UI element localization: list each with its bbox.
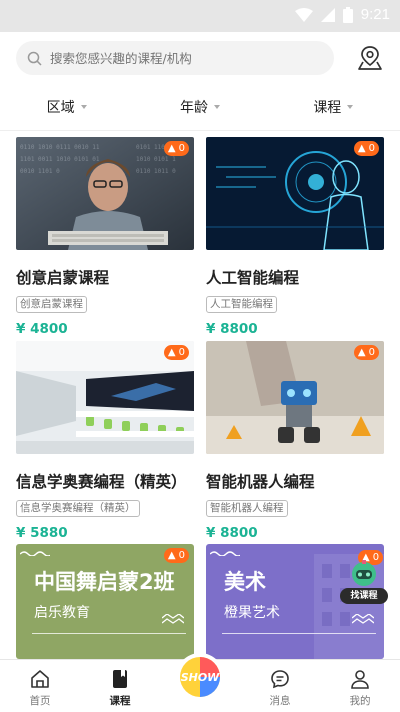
course-image: 0110 1010 0111 0010 11 1101 0011 1010 010… [16, 137, 194, 250]
show-logo-icon: SHOW [180, 657, 220, 697]
nav-home[interactable]: 首页 [0, 660, 80, 712]
course-image: ▲ 0 [206, 137, 384, 250]
nav-label: 消息 [269, 695, 291, 707]
course-price: ¥ 8800 [206, 525, 258, 541]
nav-profile[interactable]: 我的 [320, 660, 400, 712]
find-course-button[interactable]: ▲ 0 找课程 [338, 548, 390, 606]
wave-decoration [210, 551, 240, 556]
nav-label: 课程 [109, 695, 131, 707]
nav-courses[interactable]: 课程 [80, 660, 160, 712]
filter-label: 区域 [46, 100, 75, 116]
course-price: ¥ 4800 [16, 321, 68, 337]
chat-bubble-icon [271, 670, 289, 689]
filter-bar: 区域 年龄 课程 [0, 84, 400, 131]
course-title: 人工智能编程 [206, 269, 300, 287]
nav-messages[interactable]: 消息 [240, 660, 320, 712]
hot-badge: ▲ 0 [353, 345, 379, 360]
signal-icon [320, 7, 335, 22]
wave-decoration [162, 614, 184, 624]
filter-label: 年龄 [179, 100, 208, 116]
battery-icon [342, 6, 353, 23]
status-time: 9:21 [360, 6, 390, 23]
hot-badge: ▲ 0 [163, 345, 189, 360]
svg-text:1010 0101 1: 1010 0101 1 [136, 156, 176, 163]
hot-badge: ▲ 0 [163, 141, 189, 156]
hot-badge: ▲ 0 [353, 141, 379, 156]
course-title: 创意启蒙课程 [16, 269, 110, 287]
search-input[interactable] [48, 49, 312, 67]
course-tag: 人工智能编程 [206, 296, 277, 313]
status-bar: 9:21 [0, 0, 400, 32]
show-logo-text: SHOW [181, 671, 220, 684]
hot-badge: ▲ 0 [163, 548, 189, 563]
filter-region[interactable]: 区域 [0, 84, 133, 130]
svg-text:1101 0011 1010 0101 01: 1101 0011 1010 0101 01 [20, 156, 100, 163]
course-price: ¥ 5880 [16, 525, 68, 541]
filter-label: 课程 [313, 100, 342, 116]
nav-label: 我的 [349, 695, 371, 707]
flame-icon: ▲ [167, 143, 176, 154]
banner-divider [222, 633, 376, 634]
banner-subtitle: 橙果艺术 [224, 605, 280, 621]
course-image: ▲ 0 [206, 341, 384, 454]
hot-count: 0 [178, 550, 185, 561]
search-row [0, 32, 400, 84]
course-title: 智能机器人编程 [206, 473, 315, 491]
banner-title: 中国舞启蒙2班 [34, 570, 175, 594]
course-tag: 信息学奥赛编程（精英） [16, 500, 140, 517]
caret-down-icon [80, 105, 87, 109]
banner-title: 美术 [224, 570, 266, 594]
search-icon [27, 51, 42, 66]
hot-count: 0 [368, 143, 375, 154]
svg-text:0110 1011 0: 0110 1011 0 [136, 168, 176, 175]
search-box[interactable] [16, 41, 334, 75]
show-button[interactable]: SHOW [176, 653, 224, 701]
find-course-label: 找课程 [340, 588, 388, 604]
course-tag: 智能机器人编程 [206, 500, 288, 517]
flame-icon: ▲ [167, 550, 176, 561]
svg-text:0110 1010 0111 0010 11: 0110 1010 0111 0010 11 [20, 144, 100, 151]
caret-down-icon [213, 105, 220, 109]
course-price: ¥ 8800 [206, 321, 258, 337]
nav-label: 首页 [29, 695, 51, 707]
location-button[interactable] [356, 44, 384, 72]
filter-age[interactable]: 年龄 [133, 84, 266, 130]
location-pin-icon [358, 46, 382, 70]
hot-count: 0 [368, 347, 375, 358]
banner-divider [32, 633, 186, 634]
hot-count: 0 [178, 347, 185, 358]
course-card[interactable]: ▲ 0 智能机器人编程 智能机器人编程 ¥ 8800 [206, 341, 384, 541]
course-card[interactable]: ▲ 0 信息学奥赛编程（精英） 信息学奥赛编程（精英） ¥ 5880 [16, 341, 194, 541]
wifi-icon [294, 7, 313, 22]
home-icon [31, 670, 49, 688]
course-tag: 创意启蒙课程 [16, 296, 87, 313]
course-title: 信息学奥赛编程（精英） [16, 473, 187, 491]
flame-icon: ▲ [357, 347, 366, 358]
book-icon [113, 670, 127, 688]
course-card[interactable]: 0110 1010 0111 0010 11 1101 0011 1010 010… [16, 137, 194, 337]
hot-count: 0 [178, 143, 185, 154]
caret-down-icon [347, 105, 354, 109]
flame-icon: ▲ [167, 347, 176, 358]
filter-course[interactable]: 课程 [267, 84, 400, 130]
wave-decoration [352, 614, 374, 624]
user-icon [351, 670, 369, 689]
wave-decoration [20, 551, 50, 556]
course-banner[interactable]: ▲ 0 中国舞启蒙2班 启乐教育 [16, 544, 194, 659]
course-card[interactable]: ▲ 0 人工智能编程 人工智能编程 ¥ 8800 [206, 137, 384, 337]
svg-text:0010 1101 0: 0010 1101 0 [20, 168, 60, 175]
course-image: ▲ 0 [16, 341, 194, 454]
flame-icon: ▲ [357, 143, 366, 154]
banner-subtitle: 启乐教育 [34, 605, 90, 621]
